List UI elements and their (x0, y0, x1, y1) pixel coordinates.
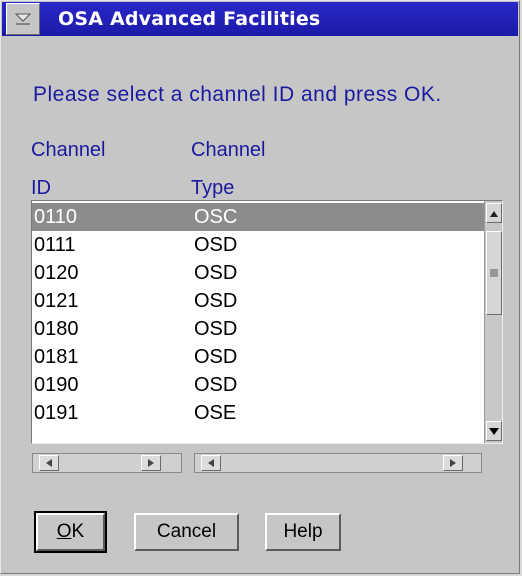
channel-type-cell: OSC (194, 206, 238, 228)
channel-row[interactable]: 0190 OSD (32, 371, 484, 399)
arrow-right-icon (450, 454, 456, 472)
channel-type-cell: OSE (194, 402, 237, 424)
channel-id-cell: 0180 (34, 318, 79, 340)
vertical-scrollbar[interactable] (484, 201, 502, 443)
ok-rest: K (71, 521, 85, 542)
arrow-down-icon (489, 422, 499, 440)
instruction-text: Please select a channel ID and press OK. (33, 83, 442, 106)
scroll-right-button[interactable] (141, 455, 161, 471)
channel-row[interactable]: 0191 OSE (32, 399, 484, 427)
channel-type-cell: OSD (194, 262, 238, 284)
arrow-up-icon (490, 204, 498, 222)
arrow-right-icon (148, 454, 154, 472)
help-button[interactable]: Help (265, 513, 341, 551)
ok-button[interactable]: OK (34, 511, 107, 553)
channel-id-cell: 0181 (34, 346, 79, 368)
channel-id-cell: 0190 (34, 374, 79, 396)
channel-type-cell: OSD (194, 346, 238, 368)
column-header-channel-type: Channel Type (191, 131, 266, 207)
system-menu-button[interactable] (6, 3, 40, 35)
scroll-up-button[interactable] (486, 203, 502, 223)
column-header-channel-id: Channel ID (31, 131, 106, 207)
system-menu-icon (15, 13, 31, 25)
channel-row[interactable]: 0110 OSC (32, 203, 484, 231)
channel-type-cell: OSD (194, 374, 238, 396)
horizontal-scrollbar-type-column[interactable] (194, 453, 482, 473)
scroll-left-button[interactable] (39, 455, 59, 471)
title-bar[interactable]: OSA Advanced Facilities (2, 2, 518, 36)
horizontal-scrollbar-id-column[interactable] (32, 453, 182, 473)
scroll-down-button[interactable] (486, 421, 502, 441)
channel-id-cell: 0111 (34, 234, 76, 256)
channel-row[interactable]: 0111 OSD (32, 231, 484, 259)
ok-mnemonic: O (56, 521, 72, 542)
scroll-right-button[interactable] (443, 455, 463, 471)
channel-listbox[interactable]: 0110 OSC 0111 OSD 0120 OSD 0121 OSD 0180 OSD 0181 O… (31, 200, 503, 444)
channel-id-cell: 0110 (34, 206, 78, 228)
scroll-left-button[interactable] (201, 455, 221, 471)
cancel-button[interactable]: Cancel (134, 513, 239, 551)
dialog-window: OSA Advanced Facilities Please select a … (0, 0, 520, 574)
vertical-scroll-thumb[interactable] (486, 231, 502, 315)
channel-type-cell: OSD (194, 234, 238, 256)
channel-row[interactable]: 0180 OSD (32, 315, 484, 343)
arrow-left-icon (46, 454, 52, 472)
grip-icon (490, 269, 498, 277)
channel-type-cell: OSD (194, 318, 238, 340)
column-header-type-line1: Channel (191, 139, 266, 161)
channel-row[interactable]: 0120 OSD (32, 259, 484, 287)
channel-id-cell: 0121 (34, 290, 79, 312)
channel-row[interactable]: 0181 OSD (32, 343, 484, 371)
cancel-button-label: Cancel (156, 521, 217, 542)
channel-id-cell: 0120 (34, 262, 79, 284)
window-title: OSA Advanced Facilities (58, 8, 321, 30)
ok-button-label: OK (57, 521, 84, 543)
channel-type-cell: OSD (194, 290, 238, 312)
column-header-id-line1: Channel (31, 139, 106, 161)
arrow-left-icon (208, 454, 214, 472)
help-button-label: Help (283, 521, 323, 542)
channel-row[interactable]: 0121 OSD (32, 287, 484, 315)
channel-id-cell: 0191 (34, 402, 79, 424)
